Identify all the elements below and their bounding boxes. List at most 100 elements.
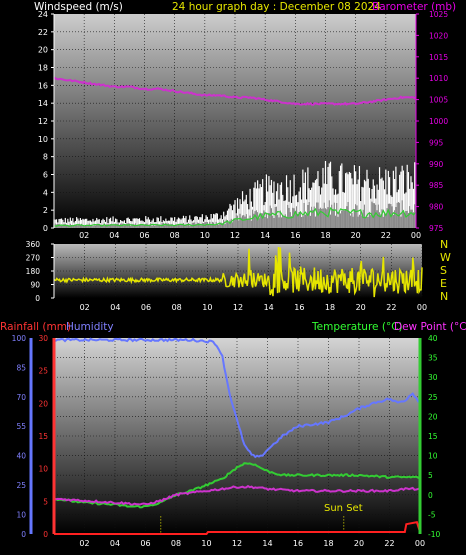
x-tick-label: 06 [141, 303, 151, 312]
x-tick-label: 04 [110, 539, 120, 548]
baro-tick-label: 980 [429, 203, 444, 212]
x-tick-label: 22 [386, 303, 396, 312]
x-tick-label: 04 [109, 231, 119, 240]
x-tick-label: 22 [381, 231, 391, 240]
baro-tick-label: 1015 [429, 53, 448, 62]
y-tick-label: 90 [30, 281, 40, 290]
x-tick-label: 00 [411, 231, 421, 240]
rain-tick-label: 10 [38, 465, 48, 474]
rain-tick-label: 15 [38, 432, 48, 441]
temp-tick-label: 40 [428, 334, 438, 343]
x-tick-label: 16 [293, 539, 303, 548]
chart-title: 24 hour graph day : December 08 2024 [172, 1, 381, 13]
x-tick-label: 18 [323, 539, 333, 548]
x-tick-label: 08 [172, 303, 182, 312]
baro-tick-label: 985 [429, 181, 444, 190]
baro-tick-label: 995 [429, 138, 444, 147]
temp-tick-label: -10 [428, 530, 440, 539]
x-tick-label: 02 [80, 303, 90, 312]
temp-tick-label: 20 [428, 412, 438, 421]
y-tick-label: 14 [38, 99, 48, 108]
compass-label-n: N [440, 238, 448, 251]
x-tick-label: 10 [201, 539, 211, 548]
y-tick-label: 4 [43, 188, 48, 197]
y-tick-label: 10 [38, 135, 48, 144]
x-tick-label: 14 [264, 303, 274, 312]
x-tick-label: 10 [200, 231, 210, 240]
rainfall-axis-title: Rainfall (mm) [0, 321, 71, 333]
compass-label-n: N [440, 290, 448, 303]
y-tick-label: 16 [38, 81, 48, 90]
rain-tick-label: 30 [38, 334, 48, 343]
compass-labels: NWSEN [440, 238, 451, 303]
temp-tick-label: -5 [428, 510, 436, 519]
x-tick-label: 12 [232, 539, 242, 548]
rain-tick-label: 25 [38, 367, 48, 376]
baro-tick-label: 1005 [429, 96, 448, 105]
temp-tick-label: 15 [428, 432, 438, 441]
humidity-tick-label: 25 [16, 481, 26, 490]
temp-tick-label: 10 [428, 452, 438, 461]
x-tick-label: 20 [354, 539, 364, 548]
x-tick-label: 02 [79, 539, 89, 548]
humidity-axis-title: Humidity [66, 321, 114, 333]
y-tick-label: 22 [38, 28, 48, 37]
y-tick-label: 180 [26, 267, 41, 276]
humidity-tick-label: 100 [12, 334, 27, 343]
x-tick-label: 06 [140, 539, 150, 548]
x-tick-label: 18 [320, 231, 330, 240]
x-tick-label: 08 [170, 231, 180, 240]
y-tick-label: 24 [38, 10, 48, 19]
baro-tick-label: 1025 [429, 10, 448, 19]
x-tick-label: 20 [356, 303, 366, 312]
x-tick-label: 22 [384, 539, 394, 548]
humidity-tick-label: 10 [16, 510, 26, 519]
y-tick-label: 270 [26, 254, 41, 263]
temp-tick-label: 35 [428, 354, 438, 363]
temp-tick-label: 0 [428, 491, 433, 500]
rain-tick-label: 0 [43, 530, 48, 539]
x-tick-label: 16 [290, 231, 300, 240]
x-tick-label: 02 [79, 231, 89, 240]
x-tick-label: 12 [233, 303, 243, 312]
x-tick-label: 16 [294, 303, 304, 312]
dewpoint-axis-title: Dew Point (°C) [394, 321, 466, 333]
humidity-tick-label: 40 [16, 452, 26, 461]
sunset-label: Sun Set [324, 503, 363, 514]
y-tick-label: 18 [38, 64, 48, 73]
baro-tick-label: 990 [429, 160, 444, 169]
humidity-tick-label: 85 [16, 363, 26, 372]
y-tick-label: 12 [38, 117, 48, 126]
humidity-tick-label: 0 [21, 530, 26, 539]
rain-tick-label: 5 [43, 497, 48, 506]
x-tick-label: 20 [351, 231, 361, 240]
humidity-tick-label: 55 [16, 422, 26, 431]
y-tick-label: 20 [38, 46, 48, 55]
x-tick-label: 08 [171, 539, 181, 548]
baro-tick-label: 975 [429, 224, 444, 233]
x-tick-label: 04 [110, 303, 120, 312]
y-tick-label: 2 [43, 206, 48, 215]
y-tick-label: 0 [35, 294, 40, 303]
baro-tick-label: 1000 [429, 117, 448, 126]
baro-tick-label: 1020 [429, 31, 448, 40]
temp-tick-label: 30 [428, 373, 438, 382]
y-tick-label: 0 [43, 224, 48, 233]
x-tick-label: 14 [262, 539, 272, 548]
weather-chart: Windspeed (m/s) 24 hour graph day : Dece… [0, 1, 466, 548]
baro-tick-label: 1010 [429, 74, 448, 83]
compass-label-w: W [440, 251, 451, 264]
x-tick-label: 00 [415, 539, 425, 548]
x-tick-label: 18 [325, 303, 335, 312]
temp-tick-label: 5 [428, 471, 433, 480]
temp-tick-label: 25 [428, 393, 438, 402]
humidity-tick-label: 70 [16, 393, 26, 402]
y-tick-label: 6 [43, 171, 48, 180]
x-tick-label: 10 [202, 303, 212, 312]
y-tick-label: 360 [26, 240, 41, 249]
y-tick-label: 8 [43, 153, 48, 162]
x-tick-label: 00 [417, 303, 427, 312]
x-tick-label: 14 [260, 231, 270, 240]
temperature-axis-title: Temperature (°C) [311, 321, 403, 333]
x-tick-label: 12 [230, 231, 240, 240]
